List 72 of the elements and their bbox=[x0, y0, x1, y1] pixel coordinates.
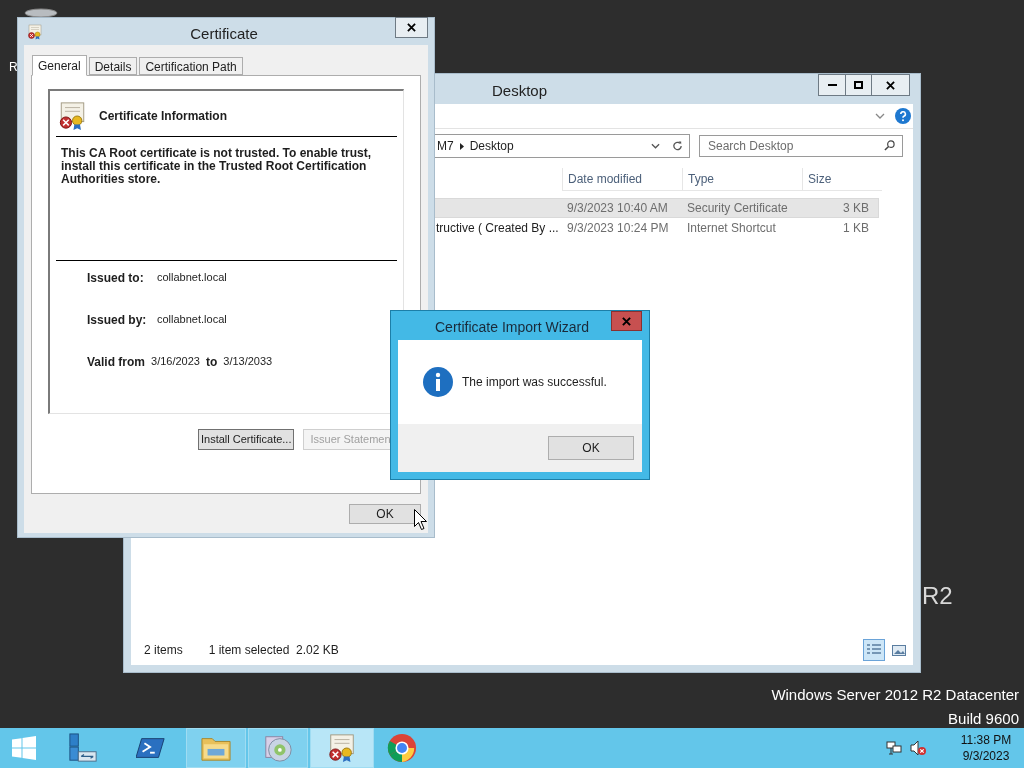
file-name: tructive ( Created By ... bbox=[436, 220, 559, 237]
desktop-icon-label[interactable]: R bbox=[9, 58, 18, 76]
recycle-bin-icon[interactable] bbox=[24, 8, 58, 18]
build-text: Build 9600 bbox=[948, 709, 1019, 729]
large-icons-view-icon bbox=[892, 644, 906, 656]
dropdown-icon[interactable] bbox=[651, 143, 660, 149]
cursor-icon bbox=[414, 509, 427, 530]
date-cell-text: 9/3/2023 10:24 PM bbox=[566, 220, 670, 237]
volume-muted-icon[interactable] bbox=[910, 740, 926, 756]
close-button[interactable] bbox=[872, 74, 910, 96]
field-value: collabnet.local bbox=[157, 312, 227, 328]
clock-date: 9/3/2023 bbox=[962, 748, 1010, 764]
section-heading: Certificate Information bbox=[99, 108, 227, 125]
details-view-icon bbox=[867, 644, 881, 656]
address-bar[interactable]: M7 Desktop bbox=[434, 134, 690, 158]
edition-text: Windows Server 2012 R2 Datacenter bbox=[771, 685, 1019, 705]
ok-button[interactable]: OK bbox=[548, 436, 634, 460]
field-value: 3/16/2023 bbox=[151, 354, 200, 370]
field-label: to bbox=[205, 353, 218, 371]
trust-message: This CA Root certificate is not trusted. To enable trust, install this certificate in the Trusted Root Certification Authorities store. bbox=[60, 147, 373, 188]
column-header[interactable]: Date modified bbox=[562, 168, 682, 190]
close-icon bbox=[886, 80, 895, 90]
clock[interactable]: 11:38 PM 9/3/2023 bbox=[954, 732, 1018, 764]
field-value: collabnet.local bbox=[157, 270, 227, 286]
chevron-down-icon[interactable] bbox=[875, 113, 885, 119]
date-cell-text: 9/3/2023 10:40 AM bbox=[566, 200, 669, 217]
field-label: Issued by: bbox=[87, 311, 147, 329]
tab[interactable]: Certification Path bbox=[139, 57, 243, 75]
selection-info: 1 item selected 2.02 KB bbox=[208, 642, 339, 659]
breadcrumb-item[interactable]: Desktop bbox=[469, 137, 514, 155]
tab[interactable]: Details bbox=[88, 57, 138, 75]
breadcrumb-item[interactable]: M7 bbox=[437, 137, 454, 155]
file-row[interactable]: 9/3/2023 10:40 AM Security Certificate 3 KB bbox=[434, 198, 879, 218]
taskbar-button[interactable] bbox=[310, 728, 374, 768]
search-field[interactable]: Search Desktop bbox=[699, 135, 903, 157]
search-icon[interactable] bbox=[884, 140, 895, 151]
window-title: Certificate bbox=[189, 24, 259, 44]
tab[interactable]: General bbox=[32, 55, 87, 76]
refresh-icon[interactable] bbox=[672, 140, 683, 152]
clock-time: 11:38 PM bbox=[960, 732, 1012, 748]
disc-icon bbox=[263, 733, 293, 763]
browser-icon bbox=[387, 733, 417, 763]
info-icon bbox=[423, 367, 453, 397]
network-icon[interactable] bbox=[886, 741, 902, 755]
certificate-error-icon bbox=[327, 733, 357, 763]
windows-logo-icon bbox=[12, 736, 36, 760]
minimize-button[interactable] bbox=[818, 74, 846, 96]
action-button[interactable]: Install Certificate... bbox=[198, 429, 295, 450]
close-button[interactable] bbox=[395, 17, 428, 38]
item-count: 2 items bbox=[144, 642, 183, 659]
desktop-logo-text: R2 bbox=[922, 584, 953, 608]
certificate-icon bbox=[27, 24, 43, 40]
type-cell-text: Internet Shortcut bbox=[686, 220, 777, 237]
field-label: Valid from bbox=[87, 353, 145, 371]
window-title: Desktop bbox=[492, 81, 548, 101]
column-header[interactable]: Type bbox=[682, 168, 802, 190]
help-icon[interactable] bbox=[895, 108, 911, 124]
column-header[interactable]: Size bbox=[802, 168, 882, 190]
size-cell-text: 3 KB bbox=[842, 200, 870, 217]
size-cell-text: 1 KB bbox=[842, 220, 870, 237]
window-title: Certificate Import Wizard bbox=[435, 318, 590, 337]
type-cell-text: Security Certificate bbox=[686, 200, 789, 217]
maximize-button[interactable] bbox=[846, 74, 872, 96]
wizard-message: The import was successful. bbox=[462, 374, 607, 391]
breadcrumb-arrow-icon bbox=[459, 142, 464, 150]
close-icon bbox=[407, 23, 416, 32]
field-label: Issued to: bbox=[87, 269, 145, 287]
file-row[interactable]: tructive ( Created By ... 9/3/2023 10:24 PM Internet Shortcut 1 KB bbox=[434, 218, 879, 238]
server-manager-icon bbox=[68, 733, 98, 763]
close-icon bbox=[622, 316, 631, 326]
field-value: 3/13/2033 bbox=[223, 354, 273, 370]
ok-button[interactable]: OK bbox=[349, 504, 421, 524]
